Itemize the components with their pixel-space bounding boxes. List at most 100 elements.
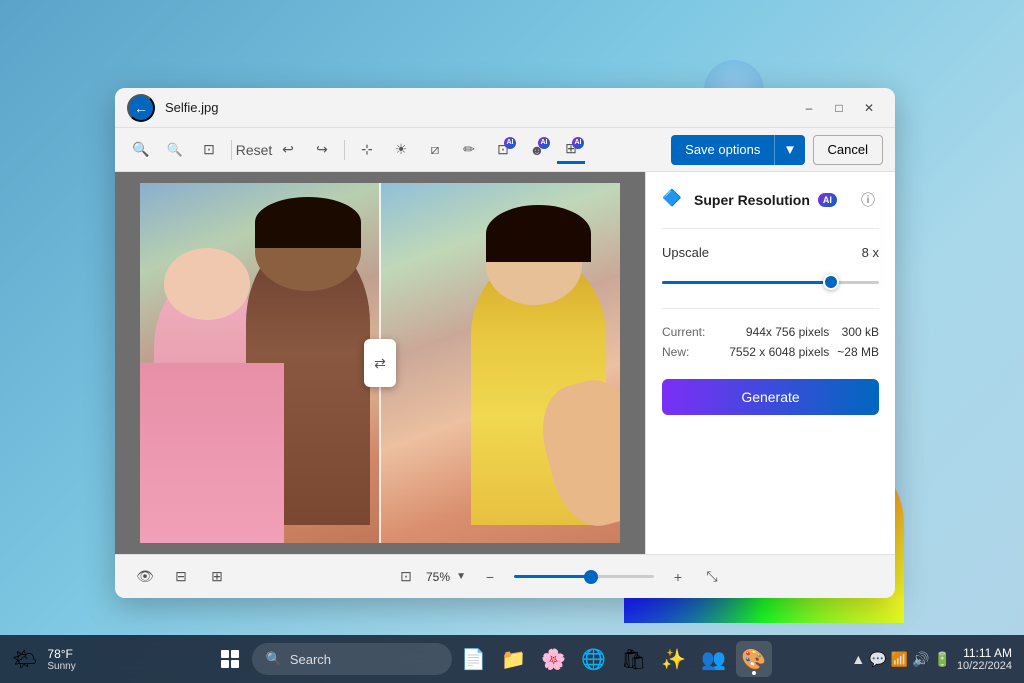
close-button[interactable]: ✕ [855, 94, 883, 122]
toolbar-divider-2 [344, 140, 345, 160]
weather-widget: 78°F Sunny [47, 647, 75, 672]
cancel-button[interactable]: Cancel [813, 135, 883, 165]
erase-icon: ⧄ [431, 141, 440, 158]
fullscreen-button[interactable]: ⤡ [698, 563, 726, 591]
toolbar-right-actions: Save options ▼ Cancel [671, 135, 883, 165]
eye-button[interactable]: 👁 [131, 563, 159, 591]
taskbar: 🌤 78°F Sunny 🔍 Search [0, 635, 1024, 683]
split-view-button[interactable]: ⊞ [203, 563, 231, 591]
panel-title-group: 🔷 Super Resolution AI [662, 188, 837, 212]
photos-app[interactable]: 🌸 [536, 641, 572, 677]
redo-button[interactable]: ↪ [308, 136, 336, 164]
panel-header: 🔷 Super Resolution AI ⓘ [662, 188, 879, 212]
store-app[interactable]: 🛍 [616, 641, 652, 677]
back-button[interactable]: ← [127, 94, 155, 122]
crop-icon: ⊹ [361, 141, 373, 158]
battery-icon[interactable]: 🔋 [934, 651, 951, 668]
sound-icon[interactable]: 🔊 [912, 651, 929, 668]
zoom-out-bottom-button[interactable]: − [476, 563, 504, 591]
taskbar-left: 🌤 78°F Sunny [12, 647, 132, 672]
upscale-slider-thumb[interactable] [823, 274, 839, 290]
remove-bg-button[interactable]: ⊡ AI [489, 136, 517, 164]
search-box[interactable]: 🔍 Search [252, 643, 452, 675]
search-icon: 🔍 [266, 651, 282, 667]
main-toolbar: 🔍 🔍 ⊡ Reset ↩ ↪ ⊹ ☀ [115, 128, 895, 172]
window-controls: – □ ✕ [795, 94, 883, 122]
weather-condition: Sunny [47, 661, 75, 672]
window-title: Selfie.jpg [165, 100, 795, 115]
notepad-app[interactable]: 📄 [456, 641, 492, 677]
zoom-percent-display: 75% [426, 570, 450, 584]
taskbar-app-edge-wrapper: 🌐 [576, 641, 612, 677]
taskbar-app-teams-wrapper: 👥 [696, 641, 732, 677]
edge-app[interactable]: 🌐 [576, 641, 612, 677]
generate-button[interactable]: Generate [662, 379, 879, 415]
layers-button[interactable]: ⊟ [167, 563, 195, 591]
reset-button[interactable]: Reset [240, 136, 268, 164]
toolbar-divider-1 [231, 140, 232, 160]
bottom-toolbar: 👁 ⊟ ⊞ ⊡ 75% ▼ − [115, 554, 895, 598]
upscale-slider-track [662, 281, 879, 284]
active-indicator [752, 671, 756, 675]
teams-app[interactable]: 👥 [696, 641, 732, 677]
brightness-button[interactable]: ☀ [387, 136, 415, 164]
zoom-dropdown-button[interactable]: ▼ [452, 568, 470, 586]
zoom-out-button[interactable]: 🔍 [161, 136, 189, 164]
bottom-center-controls: ⊡ 75% ▼ − + ⤡ [239, 563, 879, 591]
brightness-icon: ☀ [395, 141, 408, 158]
save-options-button[interactable]: Save options [671, 135, 774, 165]
zoom-out-bottom-icon: − [486, 569, 494, 585]
clock-widget[interactable]: 11:11 AM 10/22/2024 [957, 646, 1012, 672]
action-center-icon[interactable]: 💬 [869, 651, 886, 668]
zoom-slider-track[interactable] [514, 575, 654, 578]
reset-label: Reset [236, 142, 273, 158]
zoom-in-bottom-button[interactable]: + [664, 563, 692, 591]
info-button[interactable]: ⓘ [857, 189, 879, 211]
redo-icon: ↪ [316, 141, 328, 158]
desktop: ← Selfie.jpg – □ ✕ 🔍 🔍 ⊡ Reset [0, 0, 1024, 683]
draw-button[interactable]: ✏ [455, 136, 483, 164]
undo-button[interactable]: ↩ [274, 136, 302, 164]
taskbar-app-explorer-wrapper: 📁 [496, 641, 532, 677]
zoom-in-button[interactable]: 🔍 [127, 136, 155, 164]
info-icon: ⓘ [861, 190, 875, 210]
crop-button[interactable]: ⊹ [353, 136, 381, 164]
file-explorer-app[interactable]: 📁 [496, 641, 532, 677]
search-text: Search [290, 652, 331, 667]
eye-icon: 👁 [136, 568, 154, 585]
frame-fit-button[interactable]: ⊡ [392, 563, 420, 591]
save-options-dropdown-button[interactable]: ▼ [774, 135, 804, 165]
gen-erase-button[interactable]: ⊞ AI [557, 136, 585, 164]
chevron-down-icon: ▼ [783, 142, 796, 157]
wifi-icon[interactable]: 📶 [891, 651, 908, 668]
ai-badge-panel: AI [818, 193, 837, 207]
zoom-in-icon: 🔍 [132, 141, 149, 158]
copilot-app[interactable]: ✨ [656, 641, 692, 677]
erase-button[interactable]: ⧄ [421, 136, 449, 164]
windows-logo-q4 [231, 660, 239, 668]
windows-logo-q2 [231, 650, 239, 658]
upscale-slider-container[interactable] [662, 272, 879, 292]
sticker-button[interactable]: ☻ AI [523, 136, 551, 164]
split-handle[interactable]: ⇄ [364, 339, 396, 387]
main-content: ⇄ 🔷 Super Resolution AI ⓘ [115, 172, 895, 554]
system-icons: ▲ 💬 📶 🔊 🔋 [851, 651, 951, 668]
zoom-slider-thumb[interactable] [584, 570, 598, 584]
new-label: New: [662, 345, 705, 359]
maximize-button[interactable]: □ [825, 94, 853, 122]
upscale-label: Upscale [662, 245, 709, 260]
taskbar-app-copilot-wrapper: ✨ [656, 641, 692, 677]
right-panel: 🔷 Super Resolution AI ⓘ Upscale 8 x [645, 172, 895, 554]
frame-button[interactable]: ⊡ [195, 136, 223, 164]
start-button[interactable] [212, 641, 248, 677]
minimize-button[interactable]: – [795, 94, 823, 122]
weather-temperature: 78°F [47, 647, 75, 661]
taskbar-app-paint-wrapper: 🎨 [736, 641, 772, 677]
new-pixels: 7552 x 6048 pixels [713, 345, 829, 359]
ai-badge-2: AI [538, 137, 550, 149]
current-size: 300 kB [837, 325, 879, 339]
network-icon[interactable]: ▲ [851, 651, 865, 667]
ai-badge-1: AI [504, 137, 516, 149]
undo-icon: ↩ [282, 141, 294, 158]
weather-icon: 🌤 [12, 647, 37, 672]
